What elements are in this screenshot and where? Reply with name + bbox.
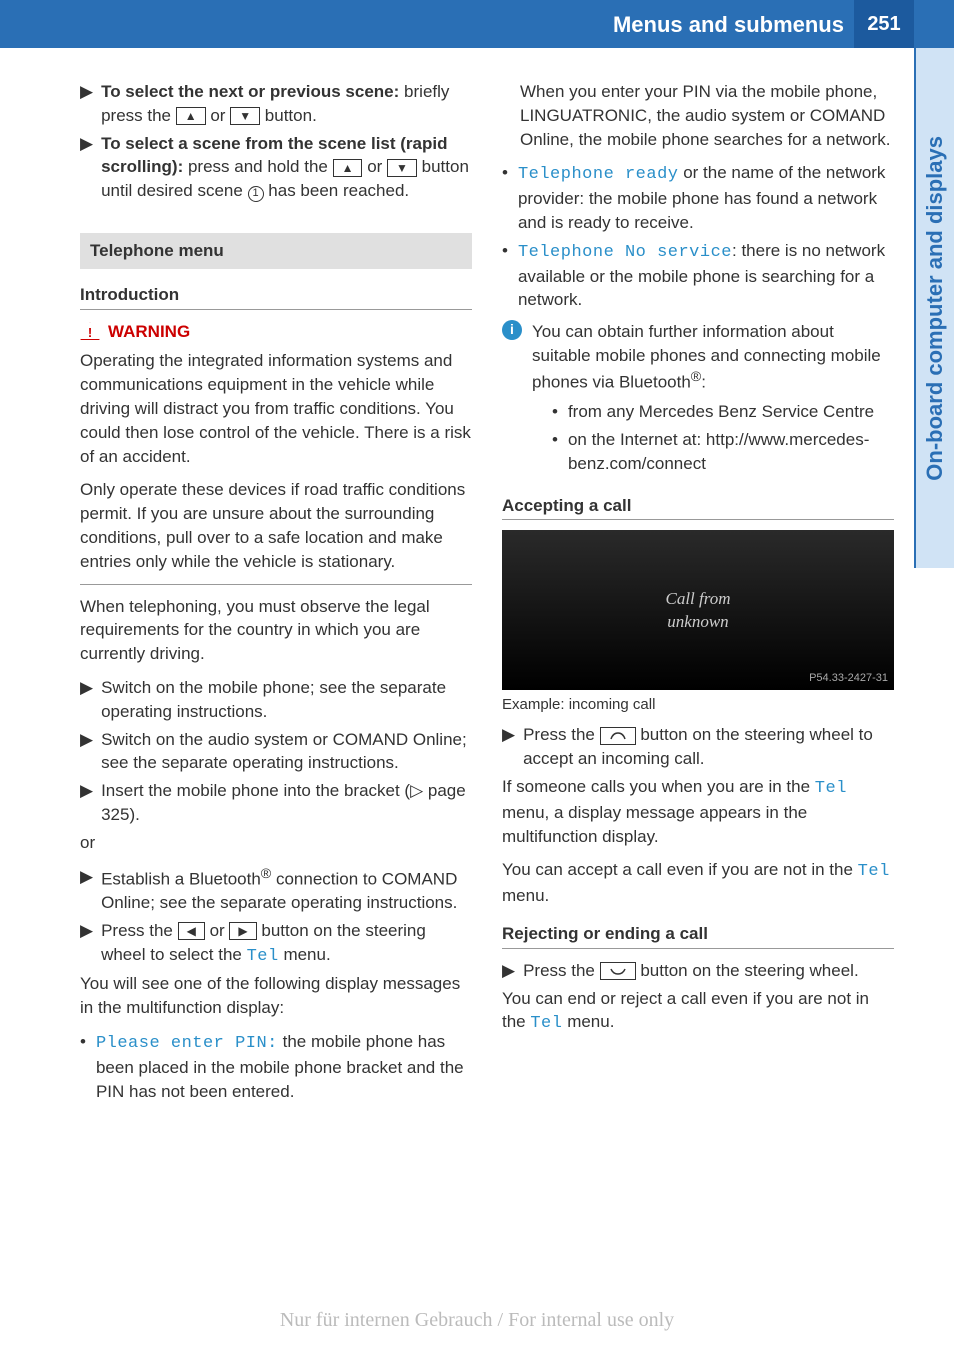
page-number: 251 — [854, 0, 914, 48]
instruction-text: Insert the mobile phone into the bracket… — [101, 781, 410, 800]
instruction-row: ▶ Press the button on the steering wheel… — [502, 723, 894, 771]
header-bar: Menus and submenus 251 — [0, 0, 954, 48]
instruction-text: Press the — [523, 725, 600, 744]
triangle-marker-icon: ▶ — [80, 779, 93, 827]
instruction-row: ▶ To select a scene from the scene list … — [80, 132, 472, 203]
instruction-text: Press the — [101, 921, 178, 940]
image-reference-code: P54.33-2427-31 — [809, 671, 888, 686]
info-text: : — [701, 372, 706, 391]
instruction-text: Switch on the mobile phone; see the sepa… — [101, 676, 472, 724]
warning-label: WARNING — [108, 320, 190, 344]
instruction-bold: To select the next or previous scene: — [101, 82, 399, 101]
accept-call-button-icon — [600, 727, 636, 745]
bullet-item: • Telephone ready or the name of the net… — [502, 161, 894, 234]
content-area: ▶ To select the next or previous scene: … — [80, 80, 894, 1294]
instruction-text: press and hold the — [183, 157, 332, 176]
registered-icon: ® — [691, 369, 701, 385]
instruction-row: ▶ Switch on the mobile phone; see the se… — [80, 676, 472, 724]
display-text-line: unknown — [667, 610, 728, 634]
image-caption: Example: incoming call — [502, 694, 894, 715]
triangle-marker-icon: ▶ — [80, 80, 93, 128]
triangle-marker-icon: ▶ — [80, 919, 93, 969]
bullet-item: • Telephone No service: there is no netw… — [502, 239, 894, 312]
left-column: ▶ To select the next or previous scene: … — [80, 80, 472, 1294]
info-text: You can obtain further information about… — [532, 322, 881, 391]
subheading: Introduction — [80, 283, 472, 310]
subheading: Rejecting or ending a call — [502, 922, 894, 949]
bullet-icon: • — [552, 428, 558, 476]
sub-bullet-text: on the Internet at: http://www.mercedes-… — [568, 428, 894, 476]
body-paragraph: You will see one of the following displa… — [80, 972, 472, 1020]
display-code: Tel — [815, 779, 847, 798]
instruction-text: has been reached. — [264, 181, 410, 200]
sub-bullet-item: • from any Mercedes Benz Service Centre — [552, 400, 894, 424]
info-icon: i — [502, 320, 522, 340]
bullet-item: • Please enter PIN: the mobile phone has… — [80, 1030, 472, 1103]
warning-header: ! WARNING — [80, 320, 472, 344]
triangle-marker-icon: ▶ — [80, 728, 93, 776]
instruction-text: Establish a Bluetooth — [101, 869, 261, 888]
down-button-icon: ▼ — [230, 107, 260, 125]
body-paragraph: When you enter your PIN via the mobile p… — [520, 80, 894, 151]
instruction-row: ▶ Press the button on the steering wheel… — [502, 959, 894, 983]
side-tab: On-board computer and displays — [914, 48, 954, 568]
instruction-text: button on the steering wheel. — [636, 961, 859, 980]
section-heading: Telephone menu — [80, 233, 472, 269]
bullet-icon: • — [80, 1030, 86, 1103]
triangle-marker-icon: ▶ — [80, 676, 93, 724]
bullet-icon: • — [502, 161, 508, 234]
warning-paragraph: Operating the integrated information sys… — [80, 349, 472, 468]
multifunction-display-illustration: Call from unknown P54.33-2427-31 — [502, 530, 894, 690]
body-paragraph: When telephoning, you must observe the l… — [80, 595, 472, 666]
instruction-text: or — [362, 157, 387, 176]
bullet-icon: • — [552, 400, 558, 424]
footer-watermark: Nur für internen Gebrauch / For internal… — [0, 1306, 954, 1334]
info-block: i You can obtain further information abo… — [502, 320, 894, 479]
body-paragraph: You can end or reject a call even if you… — [502, 987, 894, 1037]
triangle-marker-icon: ▶ — [502, 959, 515, 983]
instruction-row: ▶ To select the next or previous scene: … — [80, 80, 472, 128]
triangle-marker-icon: ▶ — [502, 723, 515, 771]
sub-bullet-item: • on the Internet at: http://www.mercede… — [552, 428, 894, 476]
triangle-marker-icon: ▶ — [80, 865, 93, 915]
display-code: Telephone No service — [518, 243, 732, 262]
display-code: Tel — [247, 947, 279, 966]
instruction-text: or — [205, 921, 230, 940]
display-code: Telephone ready — [518, 165, 679, 184]
display-code: Tel — [858, 862, 890, 881]
instruction-row: ▶ Establish a Bluetooth® connection to C… — [80, 865, 472, 915]
display-text-line: Call from — [665, 587, 730, 611]
down-button-icon: ▼ — [387, 159, 417, 177]
header-title: Menus and submenus — [613, 10, 844, 41]
up-button-icon: ▲ — [333, 159, 363, 177]
display-code: Tel — [530, 1014, 562, 1033]
registered-icon: ® — [261, 866, 271, 882]
bullet-icon: • — [502, 239, 508, 312]
circled-number-icon: 1 — [248, 186, 264, 202]
up-button-icon: ▲ — [176, 107, 206, 125]
or-separator: or — [80, 831, 472, 855]
left-button-icon: ◀ — [178, 922, 205, 940]
triangle-marker-icon: ▶ — [80, 132, 93, 203]
instruction-text: or — [206, 106, 231, 125]
page-ref-icon: ▷ — [410, 781, 423, 800]
display-code: Please enter PIN: — [96, 1034, 278, 1053]
instruction-text: menu. — [279, 945, 331, 964]
warning-icon: ! — [80, 322, 100, 340]
instruction-row: ▶ Switch on the audio system or COMAND O… — [80, 728, 472, 776]
right-column: When you enter your PIN via the mobile p… — [502, 80, 894, 1294]
instruction-text: button. — [260, 106, 317, 125]
instruction-text: Press the — [523, 961, 600, 980]
warning-paragraph: Only operate these devices if road traff… — [80, 478, 472, 584]
instruction-row: ▶ Insert the mobile phone into the brack… — [80, 779, 472, 827]
body-paragraph: You can accept a call even if you are no… — [502, 858, 894, 908]
subheading: Accepting a call — [502, 494, 894, 521]
instruction-text: Switch on the audio system or COMAND Onl… — [101, 728, 472, 776]
instruction-row: ▶ Press the ◀ or ▶ button on the steerin… — [80, 919, 472, 969]
right-button-icon: ▶ — [229, 922, 256, 940]
sub-bullet-text: from any Mercedes Benz Service Centre — [568, 400, 874, 424]
end-call-button-icon — [600, 962, 636, 980]
body-paragraph: If someone calls you when you are in the… — [502, 775, 894, 848]
side-tab-label: On-board computer and displays — [920, 136, 951, 481]
